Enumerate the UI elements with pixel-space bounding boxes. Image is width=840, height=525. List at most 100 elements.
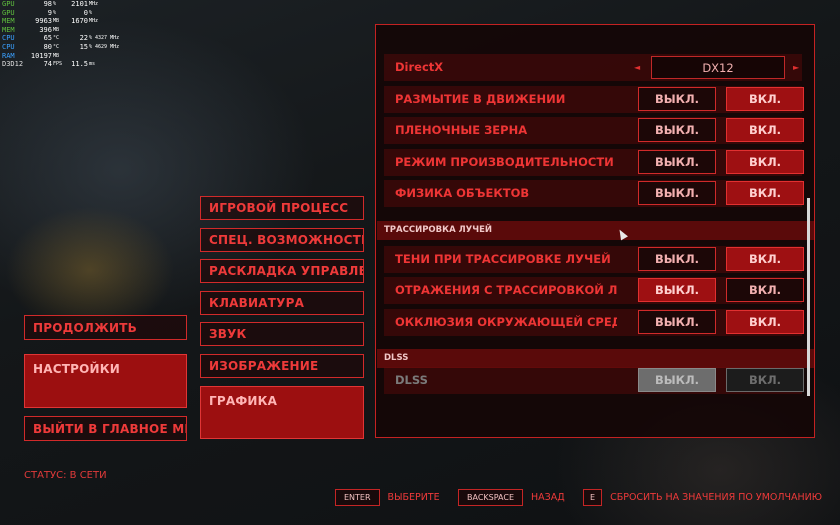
overlay-value: 2101 <box>71 0 88 8</box>
overlay-label: CPU <box>2 42 15 51</box>
off-button[interactable]: ВЫКЛ. <box>638 278 716 302</box>
overlay-unit: °C <box>53 43 60 50</box>
exit-to-main-menu-button[interactable]: ВЫЙТИ В ГЛАВНОЕ МЕН <box>24 416 187 441</box>
overlay-value: 98 <box>43 0 52 8</box>
overlay-value: 396 <box>39 25 52 34</box>
on-button[interactable]: ВКЛ. <box>726 150 804 174</box>
overlay-row: D3D12 74 FPS 11.5 ms <box>2 60 119 69</box>
setting-row-performance-mode: РЕЖИМ ПРОИЗВОДИТЕЛЬНОСТИ ПР ВЫКЛ. ВКЛ. <box>384 149 804 176</box>
overlay-unit: MHz <box>89 18 99 25</box>
setting-row-rt-reflections: ОТРАЖЕНИЯ С ТРАССИРОВКОЙ ЛУЧ ВЫКЛ. ВКЛ. <box>384 277 804 304</box>
off-button[interactable]: ВЫКЛ. <box>638 247 716 271</box>
on-button[interactable]: ВКЛ. <box>726 310 804 334</box>
setting-row-rt-shadows: ТЕНИ ПРИ ТРАССИРОВКЕ ЛУЧЕЙ ВЫКЛ. ВКЛ. <box>384 246 804 273</box>
overlay-value <box>62 26 88 35</box>
setting-label: ОТРАЖЕНИЯ С ТРАССИРОВКОЙ ЛУЧ <box>395 283 617 297</box>
setting-label: ПЛЕНОЧНЫЕ ЗЕРНА <box>395 123 528 137</box>
overlay-row: GPU 98% 2101 MHz <box>2 0 119 9</box>
footer-hint-reset[interactable]: E СБРОСИТЬ НА ЗНАЧЕНИЯ ПО УМОЛЧАНИЮ <box>583 489 822 506</box>
setting-label: ТЕНИ ПРИ ТРАССИРОВКЕ ЛУЧЕЙ <box>395 252 611 266</box>
section-header-ray-tracing: ТРАССИРОВКА ЛУЧЕЙ <box>377 221 814 240</box>
overlay-value: 65 <box>43 34 52 43</box>
on-button[interactable]: ВКЛ. <box>726 181 804 205</box>
overlay-unit: MB <box>53 52 60 59</box>
overlay-value <box>62 52 88 61</box>
back-label: НАЗАД <box>531 492 565 503</box>
overlay-unit: % 4629 MHz <box>89 43 120 50</box>
overlay-value: 9 <box>47 8 52 17</box>
overlay-row: MEM 9963 MB 1670 MHz <box>2 17 119 26</box>
overlay-label: CPU <box>2 34 15 43</box>
off-button[interactable]: ВЫКЛ. <box>638 368 716 392</box>
overlay-unit <box>88 26 89 35</box>
category-gameplay[interactable]: ИГРОВОЙ ПРОЦЕСС <box>200 196 364 220</box>
backspace-key: BACKSPACE <box>458 489 524 506</box>
setting-label: ФИЗИКА ОБЪЕКТОВ <box>395 186 530 200</box>
reset-defaults-label: СБРОСИТЬ НА ЗНАЧЕНИЯ ПО УМОЛЧАНИЮ <box>610 492 823 503</box>
setting-label: ОККЛЮЗИЯ ОКРУЖАЮЩЕЙ СРЕДЫ <box>395 315 617 329</box>
arrow-left-icon[interactable]: ◄ <box>634 54 640 81</box>
overlay-row: RAM 10197 MB <box>2 52 119 61</box>
category-accessibility[interactable]: СПЕЦ. ВОЗМОЖНОСТИ <box>200 228 364 252</box>
off-button[interactable]: ВЫКЛ. <box>638 87 716 111</box>
overlay-label: MEM <box>2 17 15 26</box>
setting-row-dlss: DLSS ВЫКЛ. ВКЛ. <box>384 367 804 394</box>
on-button[interactable]: ВКЛ. <box>726 118 804 142</box>
setting-row-ambient-occlusion: ОККЛЮЗИЯ ОКРУЖАЮЩЕЙ СРЕДЫ ВЫКЛ. ВКЛ. <box>384 309 804 336</box>
select-label: ВЫБЕРИТЕ <box>387 492 440 503</box>
online-status: СТАТУС: В СЕТИ <box>24 470 107 481</box>
category-keyboard[interactable]: КЛАВИАТУРА <box>200 291 364 315</box>
setting-row-object-physics: ФИЗИКА ОБЪЕКТОВ ВЫКЛ. ВКЛ. <box>384 180 804 207</box>
overlay-value: 1670 <box>71 17 88 26</box>
overlay-unit: % 4327 MHz <box>89 35 120 42</box>
overlay-value: 15 <box>79 42 88 51</box>
footer-hint-back[interactable]: BACKSPACE НАЗАД <box>458 489 565 506</box>
overlay-value: 10197 <box>30 51 52 60</box>
directx-row[interactable]: DirectX ◄ DX12 ► <box>384 54 802 81</box>
overlay-unit: % <box>53 1 57 7</box>
setting-row-motion-blur: РАЗМЫТИЕ В ДВИЖЕНИИ ВЫКЛ. ВКЛ. <box>384 86 804 113</box>
overlay-row: GPU 9% 0% <box>2 9 119 18</box>
arrow-right-icon[interactable]: ► <box>793 54 799 81</box>
on-button[interactable]: ВКЛ. <box>726 87 804 111</box>
category-display[interactable]: ИЗОБРАЖЕНИЕ <box>200 354 364 378</box>
overlay-unit: % <box>53 9 57 16</box>
category-graphics[interactable]: ГРАФИКА <box>200 386 364 439</box>
overlay-unit: % <box>89 9 93 16</box>
overlay-label: GPU <box>2 8 15 17</box>
e-key: E <box>583 489 603 506</box>
setting-label: DirectX <box>395 60 444 74</box>
settings-button[interactable]: НАСТРОЙКИ <box>24 354 187 408</box>
footer-hint-select[interactable]: ENTER ВЫБЕРИТЕ <box>335 489 440 506</box>
on-button[interactable]: ВКЛ. <box>726 368 804 392</box>
graphics-settings-panel: DirectX ◄ DX12 ► РАЗМЫТИЕ В ДВИЖЕНИИ ВЫК… <box>375 24 815 438</box>
overlay-value: 80 <box>43 42 52 51</box>
overlay-label: MEM <box>2 25 15 34</box>
category-controls[interactable]: РАСКЛАДКА УПРАВЛЕН <box>200 259 364 283</box>
on-button[interactable]: ВКЛ. <box>726 247 804 271</box>
setting-label: DLSS <box>395 373 428 387</box>
off-button[interactable]: ВЫКЛ. <box>638 310 716 334</box>
off-button[interactable]: ВЫКЛ. <box>638 181 716 205</box>
setting-label: РЕЖИМ ПРОИЗВОДИТЕЛЬНОСТИ ПР <box>395 155 617 169</box>
overlay-row: MEM 396 MB <box>2 26 119 35</box>
overlay-unit: ms <box>89 61 96 68</box>
overlay-value: 74 <box>43 60 52 69</box>
overlay-label: D3D12 <box>2 60 24 69</box>
off-button[interactable]: ВЫКЛ. <box>638 118 716 142</box>
overlay-unit: °C <box>53 35 60 42</box>
on-button[interactable]: ВКЛ. <box>726 278 804 302</box>
directx-value: DX12 <box>651 56 785 79</box>
overlay-unit <box>88 52 89 61</box>
overlay-value: 22 <box>79 34 88 43</box>
overlay-value: 0 <box>83 8 88 17</box>
panel-scrollbar[interactable] <box>807 198 810 396</box>
enter-key: ENTER <box>335 489 380 506</box>
overlay-unit: MB <box>53 26 60 33</box>
overlay-unit: MHz <box>89 1 99 7</box>
category-sound[interactable]: ЗВУК <box>200 322 364 346</box>
overlay-unit: FPS <box>53 61 63 68</box>
overlay-row: CPU 80 °C 15% 4629 MHz <box>2 43 119 52</box>
continue-button[interactable]: ПРОДОЛЖИТЬ <box>24 315 187 340</box>
off-button[interactable]: ВЫКЛ. <box>638 150 716 174</box>
